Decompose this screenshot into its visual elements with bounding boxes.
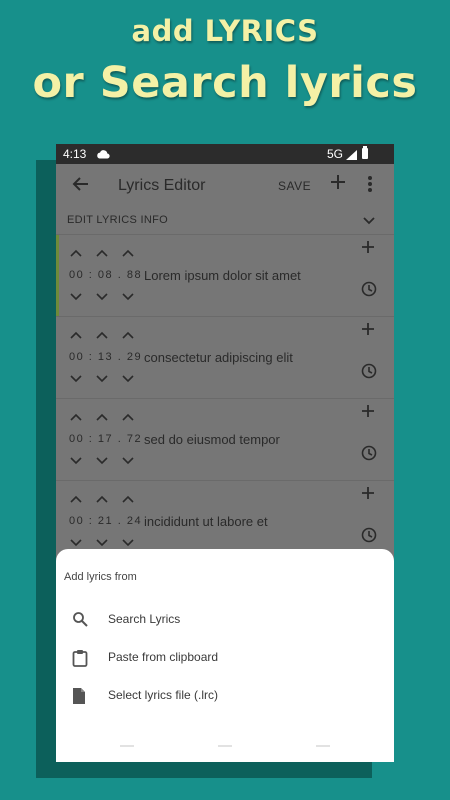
chevron-down-icon[interactable] [95,374,109,384]
timestamp[interactable]: 00 : 21 . 24 [69,515,142,527]
status-time: 4:13 [63,147,87,161]
row-accent [56,235,59,316]
timestamp-ms: 88 [126,269,143,281]
chevron-up-icon[interactable] [95,412,109,422]
timestamp-ms: 29 [126,351,143,363]
back-arrow-icon[interactable] [72,175,90,198]
lyric-row: 00 : 13 . 29 consectetur adipiscing elit [56,316,394,398]
lyric-row: 00 : 17 . 72 sed do eiusmod tempor [56,398,394,480]
chevron-down-icon[interactable] [95,538,109,548]
chevron-down-icon[interactable] [121,538,135,548]
timestamp-ms: 24 [126,515,143,527]
timestamp-sec: 08 [97,269,114,281]
nav-recents-hint [316,745,330,747]
status-bar: 4:13 5G [56,144,394,164]
timestamp-min: 00 [69,351,85,363]
chevron-up-icon[interactable] [95,248,109,258]
clock-icon[interactable] [361,445,377,466]
timestamp[interactable]: 00 : 17 . 72 [69,433,142,445]
add-line-icon[interactable] [360,403,376,424]
chevron-up-icon[interactable] [121,412,135,422]
timestamp-min: 00 [69,269,85,281]
chevron-down-icon [362,213,376,232]
lyric-text[interactable]: consectetur adipiscing elit [144,350,293,365]
clock-icon[interactable] [361,527,377,548]
paste-from-clipboard-option[interactable]: Paste from clipboard [56,639,394,677]
add-line-icon[interactable] [360,321,376,342]
timestamp[interactable]: 00 : 13 . 29 [69,351,142,363]
page-title: Lyrics Editor [118,177,206,194]
add-line-icon[interactable] [360,485,376,506]
chevron-down-icon[interactable] [121,456,135,466]
battery-icon [362,146,368,159]
timestamp-sec: 21 [97,515,114,527]
search-lyrics-option[interactable]: Search Lyrics [56,601,394,639]
timestamp-sec: 17 [97,433,114,445]
edit-lyrics-info-label: EDIT LYRICS INFO [67,214,168,226]
paste-from-clipboard-label: Paste from clipboard [108,650,219,664]
signal-icon [346,149,357,163]
lyric-text[interactable]: Lorem ipsum dolor sit amet [144,268,301,283]
nav-back-hint [120,745,134,747]
search-lyrics-label: Search Lyrics [108,612,181,626]
add-icon[interactable] [330,174,346,195]
timestamp-sec: 13 [97,351,114,363]
more-options-icon[interactable] [367,175,373,198]
add-lyrics-sheet: Add lyrics from Search Lyrics Paste from… [56,549,394,762]
lyric-text[interactable]: sed do eiusmod tempor [144,432,280,447]
timestamp[interactable]: 00 : 08 . 88 [69,269,142,281]
chevron-down-icon[interactable] [69,292,83,302]
timestamp-min: 00 [69,515,85,527]
select-lyrics-file-option[interactable]: Select lyrics file (.lrc) [56,677,394,715]
lyric-text[interactable]: incididunt ut labore et [144,514,268,529]
clock-icon[interactable] [361,281,377,302]
chevron-down-icon[interactable] [121,292,135,302]
cloud-icon [96,148,110,162]
chevron-up-icon[interactable] [121,248,135,258]
chevron-up-icon[interactable] [121,330,135,340]
search-icon [72,611,88,632]
edit-lyrics-info-toggle[interactable]: EDIT LYRICS INFO [56,208,394,234]
app-toolbar: Lyrics Editor SAVE [56,164,394,208]
network-type: 5G [327,147,344,161]
chevron-down-icon[interactable] [95,456,109,466]
chevron-up-icon[interactable] [95,330,109,340]
chevron-up-icon[interactable] [69,330,83,340]
sheet-heading: Add lyrics from [64,571,137,583]
chevron-up-icon[interactable] [69,248,83,258]
chevron-down-icon[interactable] [69,456,83,466]
chevron-up-icon[interactable] [95,494,109,504]
select-lyrics-file-label: Select lyrics file (.lrc) [108,688,219,702]
promo-line-2: or Search lyrics [32,58,418,108]
chevron-down-icon[interactable] [95,292,109,302]
promo-line-1: add LYRICS [131,14,319,48]
timestamp-ms: 72 [126,433,143,445]
chevron-up-icon[interactable] [69,494,83,504]
clipboard-icon [72,649,88,672]
save-button[interactable]: SAVE [278,179,311,193]
chevron-down-icon[interactable] [69,538,83,548]
chevron-down-icon[interactable] [121,374,135,384]
add-line-icon[interactable] [360,239,376,260]
clock-icon[interactable] [361,363,377,384]
nav-home-hint [218,745,232,747]
file-icon [72,687,86,710]
chevron-down-icon[interactable] [69,374,83,384]
chevron-up-icon[interactable] [121,494,135,504]
lyric-row: 00 : 08 . 88 Lorem ipsum dolor sit amet [56,234,394,316]
chevron-up-icon[interactable] [69,412,83,422]
timestamp-min: 00 [69,433,85,445]
phone-screen: 4:13 5G Lyrics Editor SAVE EDIT LYRICS I… [56,144,394,762]
